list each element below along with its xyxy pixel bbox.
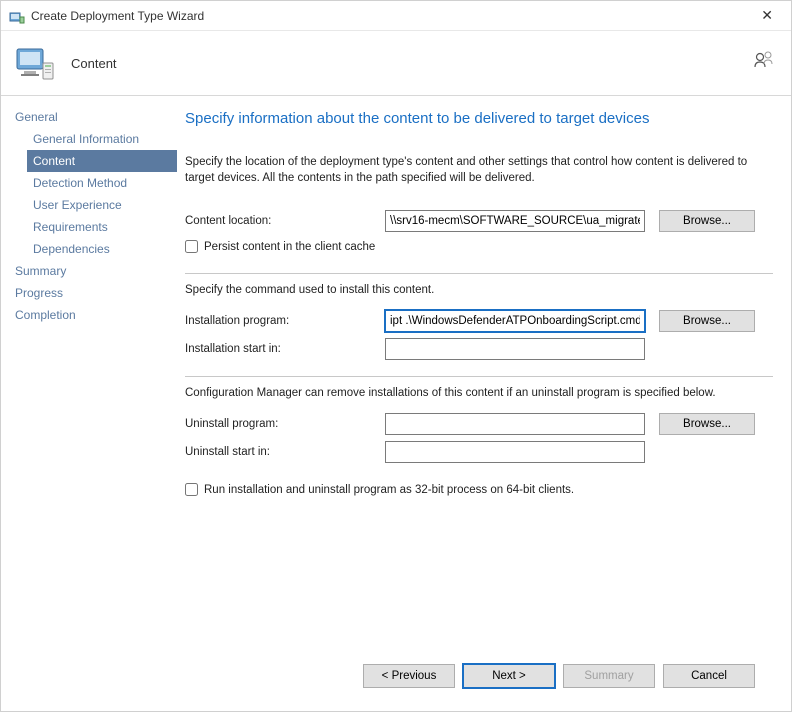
install-start-input[interactable]	[385, 338, 645, 360]
sidebar-progress[interactable]: Progress	[15, 282, 177, 304]
sidebar-item-requirements[interactable]: Requirements	[15, 216, 177, 238]
sidebar-summary[interactable]: Summary	[15, 260, 177, 282]
install-start-row: Installation start in:	[185, 338, 773, 360]
wizard-header: Content	[1, 31, 791, 95]
install-section-label: Specify the command used to install this…	[185, 284, 773, 296]
content-location-label: Content location:	[185, 215, 385, 227]
browse-install-button[interactable]: Browse...	[659, 310, 755, 332]
wizard-main: Specify information about the content to…	[177, 96, 791, 711]
wizard-sidebar: General General Information Content Dete…	[1, 96, 177, 711]
next-button[interactable]: Next >	[463, 664, 555, 688]
run32-checkbox[interactable]	[185, 483, 198, 496]
sidebar-general[interactable]: General	[15, 106, 177, 128]
previous-button[interactable]: < Previous	[363, 664, 455, 688]
support-icon[interactable]	[753, 49, 775, 71]
install-prog-row: Installation program: Browse...	[185, 310, 773, 332]
sidebar-item-user-experience[interactable]: User Experience	[15, 194, 177, 216]
sidebar-item-general-info[interactable]: General Information	[15, 128, 177, 150]
install-prog-label: Installation program:	[185, 315, 385, 327]
wizard-footer: < Previous Next > Summary Cancel	[185, 649, 773, 701]
content-location-row: Content location: Browse...	[185, 210, 773, 232]
computer-icon	[15, 43, 55, 83]
cancel-button[interactable]: Cancel	[663, 664, 755, 688]
uninstall-section-label: Configuration Manager can remove install…	[185, 387, 773, 399]
close-button[interactable]: ✕	[751, 3, 783, 28]
sidebar-item-dependencies[interactable]: Dependencies	[15, 238, 177, 260]
uninstall-start-input[interactable]	[385, 441, 645, 463]
uninstall-prog-row: Uninstall program: Browse...	[185, 413, 773, 435]
titlebar: Create Deployment Type Wizard ✕	[1, 1, 791, 31]
uninstall-start-label: Uninstall start in:	[185, 446, 385, 458]
divider-1	[185, 273, 773, 274]
summary-button: Summary	[563, 664, 655, 688]
spacer	[185, 506, 773, 649]
divider-2	[185, 376, 773, 377]
persist-label: Persist content in the client cache	[204, 241, 375, 253]
app-icon	[9, 8, 25, 24]
sidebar-item-content[interactable]: Content	[27, 150, 177, 172]
content-location-input[interactable]	[385, 210, 645, 232]
page-title: Content	[71, 56, 117, 71]
uninstall-prog-label: Uninstall program:	[185, 418, 385, 430]
install-prog-input[interactable]	[385, 310, 645, 332]
sidebar-completion[interactable]: Completion	[15, 304, 177, 326]
uninstall-start-row: Uninstall start in:	[185, 441, 773, 463]
main-description: Specify the location of the deployment t…	[185, 155, 773, 186]
browse-uninstall-button[interactable]: Browse...	[659, 413, 755, 435]
persist-checkbox-row: Persist content in the client cache	[185, 240, 773, 253]
wizard-body: General General Information Content Dete…	[1, 95, 791, 711]
run32-checkbox-row: Run installation and uninstall program a…	[185, 483, 773, 496]
main-heading: Specify information about the content to…	[185, 110, 773, 127]
persist-checkbox[interactable]	[185, 240, 198, 253]
install-start-label: Installation start in:	[185, 343, 385, 355]
sidebar-item-detection[interactable]: Detection Method	[15, 172, 177, 194]
run32-label: Run installation and uninstall program a…	[204, 484, 574, 496]
window-title: Create Deployment Type Wizard	[31, 9, 751, 23]
uninstall-prog-input[interactable]	[385, 413, 645, 435]
browse-content-button[interactable]: Browse...	[659, 210, 755, 232]
wizard-window: Create Deployment Type Wizard ✕ Content	[0, 0, 792, 712]
